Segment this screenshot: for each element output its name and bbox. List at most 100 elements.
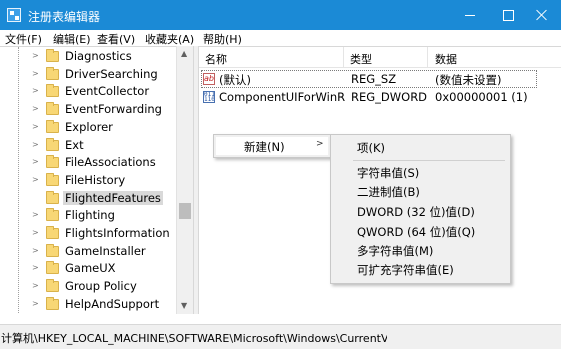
new-menu-item[interactable]: 新建(N) xyxy=(244,139,285,155)
expand-arrow-icon[interactable]: > xyxy=(32,51,40,61)
chevron-right-icon: > xyxy=(316,139,324,149)
folder-icon xyxy=(46,296,59,310)
tree-item-label: Ext xyxy=(65,137,84,152)
tree-item[interactable]: > FileHistory xyxy=(0,172,176,189)
submenu-item-multi-string-value[interactable]: 多字符串值(M) xyxy=(357,243,433,259)
expand-arrow-icon[interactable]: > xyxy=(32,210,40,220)
expand-arrow-icon[interactable]: > xyxy=(32,299,40,309)
expand-arrow-icon[interactable]: > xyxy=(32,175,40,185)
folder-icon xyxy=(46,208,59,222)
column-divider[interactable] xyxy=(343,47,344,68)
tree-item[interactable]: > DriverSearching xyxy=(0,66,176,83)
tree-item-label: FlightedFeatures xyxy=(63,190,163,205)
context-menu: 新建(N) > xyxy=(213,134,331,158)
submenu-item-key[interactable]: 项(K) xyxy=(357,140,385,156)
menu-edit[interactable]: 编辑(E) xyxy=(53,31,91,47)
tree-item-label: Explorer xyxy=(65,119,113,134)
expand-arrow-icon[interactable]: > xyxy=(32,281,40,291)
column-divider[interactable] xyxy=(427,47,428,68)
value-row[interactable]: 011 110 ComponentUIForWinR... REG_DWORD 0x0… xyxy=(199,88,561,106)
expand-arrow-icon[interactable]: > xyxy=(32,69,40,79)
folder-icon xyxy=(46,137,59,151)
tree-item[interactable]: > Diagnostics xyxy=(0,48,176,65)
tree-item-label: EventCollector xyxy=(65,84,150,99)
scroll-thumb[interactable] xyxy=(179,203,191,219)
expand-arrow-icon[interactable]: > xyxy=(32,157,40,167)
tree-item[interactable]: > Ext xyxy=(0,137,176,154)
registry-icon xyxy=(7,8,21,22)
value-type: REG_SZ xyxy=(351,72,397,86)
minimize-button[interactable] xyxy=(451,0,489,30)
binary-value-icon: 011 110 xyxy=(203,91,215,103)
menu-help[interactable]: 帮助(H) xyxy=(203,31,242,47)
expand-arrow-icon[interactable]: > xyxy=(32,263,40,273)
expand-arrow-icon[interactable]: > xyxy=(32,228,40,238)
tree-item-label: DriverSearching xyxy=(65,66,158,81)
value-row[interactable]: ab (默认) REG_SZ (数值未设置) xyxy=(199,70,561,88)
menu-favorites[interactable]: 收藏夹(A) xyxy=(145,31,194,47)
submenu-item-dword-value[interactable]: DWORD (32 位)值(D) xyxy=(357,204,475,220)
submenu-item-expandable-string-value[interactable]: 可扩充字符串值(E) xyxy=(357,262,454,278)
expand-arrow-icon[interactable]: > xyxy=(32,246,40,256)
folder-icon xyxy=(46,226,59,239)
tree-item[interactable]: > Flighting xyxy=(0,207,176,224)
tree-item[interactable]: > EventCollector xyxy=(0,83,176,100)
tree-item-label: GameUX xyxy=(65,261,116,276)
tree-item[interactable]: FlightedFeatures xyxy=(0,190,176,207)
menu-file[interactable]: 文件(F) xyxy=(5,31,42,47)
folder-icon xyxy=(46,84,59,98)
value-name: ComponentUIForWinR... xyxy=(219,90,345,104)
folder-icon xyxy=(46,49,59,62)
tree-item[interactable]: > GameUX xyxy=(0,260,176,277)
string-value-icon: ab xyxy=(203,73,215,85)
tree-item-label: Diagnostics xyxy=(65,49,132,63)
tree-item-label: Flighting xyxy=(65,208,115,223)
tree-item-label: EventForwarding xyxy=(65,102,162,117)
registry-tree[interactable]: > Diagnostics > DriverSearching > EventCollec… xyxy=(0,46,193,314)
tree-item-label: FlightsInformation xyxy=(65,226,170,240)
close-button[interactable] xyxy=(523,0,561,30)
tree-scrollbar[interactable]: ▲ ▼ xyxy=(176,46,193,314)
expand-arrow-icon[interactable]: > xyxy=(32,104,40,114)
tree-item[interactable]: > Explorer xyxy=(0,119,176,136)
window-title: 注册表编辑器 xyxy=(28,10,101,24)
column-header: 名称 类型 数据 xyxy=(199,47,561,68)
title-bar[interactable]: 注册表编辑器 xyxy=(0,0,561,30)
value-name: (默认) xyxy=(219,73,251,87)
tree-item[interactable]: > GameInstaller xyxy=(0,243,176,260)
pane-bottom-gap xyxy=(0,314,561,324)
submenu-item-string-value[interactable]: 字符串值(S) xyxy=(357,165,419,181)
column-data[interactable]: 数据 xyxy=(435,51,457,67)
expand-arrow-icon[interactable]: > xyxy=(32,140,40,150)
submenu-item-binary-value[interactable]: 二进制值(B) xyxy=(357,184,420,200)
column-name[interactable]: 名称 xyxy=(205,51,227,67)
menu-view[interactable]: 查看(V) xyxy=(97,31,135,47)
column-type[interactable]: 类型 xyxy=(350,51,372,67)
folder-icon xyxy=(46,155,59,169)
value-data: (数值未设置) xyxy=(435,73,502,87)
tree-item-label: HelpAndSupport xyxy=(65,296,160,311)
folder-icon xyxy=(46,190,59,204)
tree-item[interactable]: > Group Policy xyxy=(0,278,176,295)
scroll-up-arrow-icon[interactable]: ▲ xyxy=(181,50,187,58)
tree-item[interactable]: > FlightsInformation xyxy=(0,225,176,242)
maximize-button[interactable] xyxy=(489,0,527,30)
expand-arrow-icon[interactable]: > xyxy=(32,122,40,132)
tree-item[interactable]: > EventForwarding xyxy=(0,101,176,118)
folder-icon xyxy=(46,279,59,293)
folder-icon xyxy=(46,261,59,275)
scroll-down-arrow-icon[interactable]: ▼ xyxy=(181,302,187,310)
tree-item-label: Group Policy xyxy=(65,279,137,294)
submenu-item-qword-value[interactable]: QWORD (64 位)值(Q) xyxy=(357,224,475,240)
folder-icon xyxy=(46,172,59,186)
tree-item[interactable]: > HelpAndSupport xyxy=(0,296,176,313)
menu-bar: 文件(F) 编辑(E) 查看(V) 收藏夹(A) 帮助(H) xyxy=(0,30,561,46)
expand-arrow-icon[interactable]: > xyxy=(32,86,40,96)
folder-icon xyxy=(46,102,59,116)
new-submenu: 项(K) 字符串值(S) 二进制值(B) DWORD (32 位)值(D) QW… xyxy=(330,134,511,284)
value-data: 0x00000001 (1) xyxy=(435,90,528,104)
tree-item[interactable]: > FileAssociations xyxy=(0,154,176,171)
registry-path[interactable]: 计算机\HKEY_LOCAL_MACHINE\SOFTWARE\Microsof… xyxy=(1,330,387,346)
folder-icon xyxy=(46,119,59,133)
tree-item-label: FileAssociations xyxy=(65,155,156,170)
